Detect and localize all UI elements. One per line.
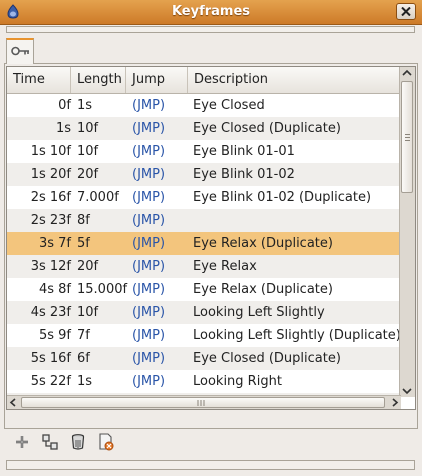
column-header-time[interactable]: Time <box>7 67 71 93</box>
column-header-description[interactable]: Description <box>188 67 399 93</box>
keyframe-description: Looking Left Slightly (Duplicate) <box>193 328 399 343</box>
keyframe-jump-link[interactable]: (JMP) <box>132 140 165 163</box>
keyframe-time: 2s 16f <box>30 190 71 205</box>
table-row[interactable]: 4s 23f 10f (JMP) Looking Left Slightly <box>7 301 399 324</box>
toggle-keyframe-icon <box>99 433 114 451</box>
keyframe-time: 1s 10f <box>30 144 71 159</box>
duplicate-keyframe-button[interactable] <box>40 432 60 452</box>
keyframe-length: 7f <box>77 328 90 343</box>
close-icon <box>401 7 411 16</box>
keyframe-jump-link[interactable]: (JMP) <box>132 209 165 232</box>
keyframe-description: Eye Relax (Duplicate) <box>193 236 333 251</box>
vertical-scrollbar[interactable] <box>399 67 415 397</box>
top-panel-strip <box>6 26 415 33</box>
keyframe-description: Eye Blink 01-02 <box>193 167 295 182</box>
keyframe-length: 8f <box>77 213 90 228</box>
title-bar: Keyframes <box>0 0 422 25</box>
keyframe-length: 10f <box>77 121 99 136</box>
keyframe-jump-link[interactable]: (JMP) <box>132 255 165 278</box>
add-keyframe-icon <box>16 436 28 448</box>
keyframe-length: 6f <box>77 351 90 366</box>
keyframe-time: 5s 16f <box>30 351 71 366</box>
keyframes-list[interactable]: Time Length Jump Description 0f 1s (JMP) Ey… <box>6 66 416 410</box>
keyframe-length: 1s <box>77 98 93 113</box>
keyframe-time: 2s 23f <box>30 213 71 228</box>
keyframe-jump-link[interactable]: (JMP) <box>132 186 165 209</box>
keyframe-description: Eye Closed <box>193 98 265 113</box>
keyframe-jump-link[interactable]: (JMP) <box>132 324 165 347</box>
table-row[interactable]: 0f 1s (JMP) Eye Closed <box>7 94 399 117</box>
keyframe-description: Eye Blink 01-01 <box>193 144 295 159</box>
duplicate-keyframe-icon <box>42 434 58 450</box>
close-button[interactable] <box>396 3 416 20</box>
keyframe-time: 3s 7f <box>38 236 71 251</box>
keyframe-time: 4s 23f <box>30 305 71 320</box>
list-rows: 0f 1s (JMP) Eye Closed 1s 10f (JMP) Eye Closed … <box>7 94 399 399</box>
keyframe-time: 1s <box>55 121 71 136</box>
keyframe-description: Eye Relax <box>193 259 257 274</box>
keyframe-jump-link[interactable]: (JMP) <box>132 232 165 255</box>
keyframe-description: Eye Relax (Duplicate) <box>193 282 333 297</box>
keyframe-description: Eye Blink 01-02 (Duplicate) <box>193 190 372 205</box>
keyframe-length: 15.000f <box>77 282 128 297</box>
table-row[interactable]: 5s 22f 1s (JMP) Looking Right <box>7 370 399 393</box>
keyframe-time: 3s 12f <box>30 259 71 274</box>
table-row[interactable]: 5s 9f 7f (JMP) Looking Left Slightly (Dupli… <box>7 324 399 347</box>
keyframe-jump-link[interactable]: (JMP) <box>132 94 165 117</box>
horizontal-scroll-thumb[interactable] <box>21 397 385 408</box>
keyframe-description: Looking Right <box>193 374 282 389</box>
keyframe-length: 20f <box>77 167 99 182</box>
keyframe-length: 1s <box>77 374 93 389</box>
scroll-right-icon[interactable] <box>387 396 401 409</box>
table-row[interactable]: 3s 12f 20f (JMP) Eye Relax <box>7 255 399 278</box>
tab-keyframes[interactable] <box>6 38 34 64</box>
column-header-length[interactable]: Length <box>71 67 126 93</box>
toggle-keyframe-button[interactable] <box>96 432 116 452</box>
keyframe-length: 10f <box>77 305 99 320</box>
keyframe-length: 5f <box>77 236 90 251</box>
keyframe-time: 0f <box>58 98 71 113</box>
key-icon <box>11 46 29 56</box>
keyframe-length: 7.000f <box>77 190 119 205</box>
keyframe-jump-link[interactable]: (JMP) <box>132 278 165 301</box>
bottom-panel-strip <box>6 460 415 470</box>
table-row[interactable]: 1s 10f (JMP) Eye Closed (Duplicate) <box>7 117 399 140</box>
keyframe-time: 4s 8f <box>38 282 71 297</box>
keyframe-time: 5s 9f <box>38 328 71 343</box>
table-row[interactable]: 1s 10f 10f (JMP) Eye Blink 01-01 <box>7 140 399 163</box>
keyframe-description: Eye Closed (Duplicate) <box>193 351 341 366</box>
vertical-scroll-thumb[interactable] <box>401 81 413 193</box>
keyframe-length: 20f <box>77 259 99 274</box>
horizontal-scrollbar[interactable] <box>7 395 401 409</box>
list-header: Time Length Jump Description <box>7 67 399 94</box>
keyframe-description: Looking Left Slightly <box>193 305 325 320</box>
delete-keyframe-button[interactable] <box>68 432 88 452</box>
keyframe-description: Eye Closed (Duplicate) <box>193 121 341 136</box>
table-row[interactable]: 3s 7f 5f (JMP) Eye Relax (Duplicate) <box>7 232 399 255</box>
table-row[interactable]: 2s 23f 8f (JMP) <box>7 209 399 232</box>
scroll-up-icon[interactable] <box>400 67 414 80</box>
scroll-down-icon[interactable] <box>400 384 414 397</box>
keyframe-jump-link[interactable]: (JMP) <box>132 370 165 393</box>
window-title: Keyframes <box>171 4 251 19</box>
keyframe-jump-link[interactable]: (JMP) <box>132 347 165 370</box>
keyframe-jump-link[interactable]: (JMP) <box>132 301 165 324</box>
keyframe-time: 5s 22f <box>30 374 71 389</box>
table-row[interactable]: 5s 16f 6f (JMP) Eye Closed (Duplicate) <box>7 347 399 370</box>
add-keyframe-button[interactable] <box>12 432 32 452</box>
table-row[interactable]: 4s 8f 15.000f (JMP) Eye Relax (Duplicate) <box>7 278 399 301</box>
scroll-left-icon[interactable] <box>7 396 21 409</box>
keyframe-jump-link[interactable]: (JMP) <box>132 163 165 186</box>
table-row[interactable]: 2s 16f 7.000f (JMP) Eye Blink 01-02 (Duplic… <box>7 186 399 209</box>
column-header-jump[interactable]: Jump <box>126 67 188 93</box>
delete-keyframe-icon <box>71 434 85 450</box>
table-row[interactable]: 1s 20f 20f (JMP) Eye Blink 01-02 <box>7 163 399 186</box>
keyframe-jump-link[interactable]: (JMP) <box>132 117 165 140</box>
keyframe-time: 1s 20f <box>30 167 71 182</box>
keyframe-length: 10f <box>77 144 99 159</box>
